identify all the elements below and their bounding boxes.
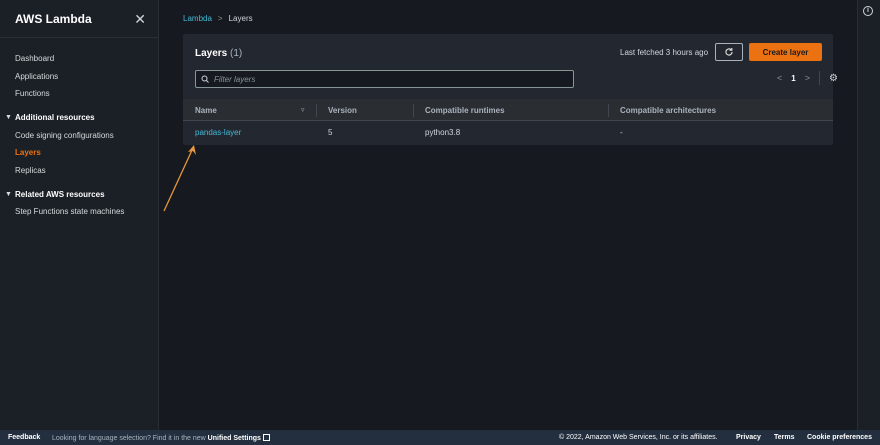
external-link-icon xyxy=(262,433,270,441)
privacy-link[interactable]: Privacy xyxy=(736,434,761,441)
cookie-preferences-link[interactable]: Cookie preferences xyxy=(807,434,872,441)
unified-settings-link[interactable]: Unified Settings xyxy=(208,435,261,442)
copyright-text: © 2022, Amazon Web Services, Inc. or its… xyxy=(559,434,718,441)
language-notice: Looking for language selection? Find it … xyxy=(52,433,270,442)
annotation-arrow xyxy=(163,145,196,212)
footer: Feedback Looking for language selection?… xyxy=(0,430,880,445)
terms-link[interactable]: Terms xyxy=(774,434,795,441)
feedback-link[interactable]: Feedback xyxy=(8,434,40,441)
language-notice-text: Looking for language selection? Find it … xyxy=(52,434,206,442)
